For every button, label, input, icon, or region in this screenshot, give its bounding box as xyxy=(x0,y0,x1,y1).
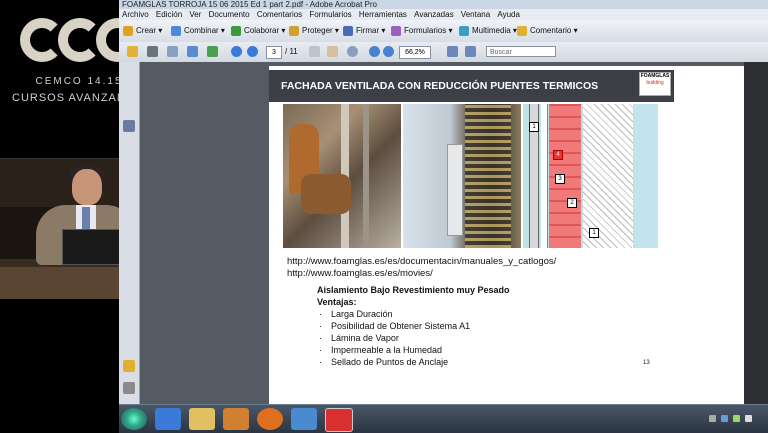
list-item: Impermeable a la Humedad xyxy=(317,344,510,356)
list-item: Posibilidad de Obtener Sistema A1 xyxy=(317,320,510,332)
facade-photo xyxy=(403,104,521,248)
collaborate-icon xyxy=(231,25,241,36)
menu-comentarios[interactable]: Comentarios xyxy=(257,10,302,19)
task-firmar[interactable]: Firmar ▾ xyxy=(343,25,385,37)
tray-icon[interactable] xyxy=(733,415,740,422)
slide-page-number: 13 xyxy=(643,360,650,366)
ie-icon[interactable] xyxy=(155,408,181,430)
zoom-tool-icon[interactable] xyxy=(347,46,358,57)
slide-images: 1 4 3 2 1 xyxy=(283,104,658,248)
list-item: Sellado de Puntos de Anclaje xyxy=(317,356,510,368)
task-proteger[interactable]: Proteger ▾ xyxy=(289,25,339,37)
content-subheading: Ventajas: xyxy=(317,297,357,307)
pdf-page: FACHADA VENTILADA CON REDUCCIÓN PUENTES … xyxy=(269,66,744,404)
pen-icon xyxy=(343,25,353,36)
menu-herramientas[interactable]: Herramientas xyxy=(359,10,407,19)
zoom-in-icon[interactable] xyxy=(383,46,394,57)
task-formularios[interactable]: Formularios ▾ xyxy=(391,25,452,37)
comments-panel-icon[interactable] xyxy=(123,360,135,372)
media-player-icon[interactable] xyxy=(223,408,249,430)
multimedia-icon xyxy=(459,25,469,36)
next-page-icon[interactable] xyxy=(247,46,258,57)
worker-photo xyxy=(283,104,401,248)
window-title: FOAMGLAS TORROJA 15 06 2015 Ed 1 part 2.… xyxy=(119,0,768,9)
open-folder-icon[interactable] xyxy=(127,46,138,57)
volume-icon[interactable] xyxy=(745,415,752,422)
print-icon[interactable] xyxy=(147,46,158,57)
menu-avanzadas[interactable]: Avanzadas xyxy=(414,10,453,19)
pages-icon[interactable] xyxy=(123,120,135,132)
advantages-list: Larga Duración Posibilidad de Obtener Si… xyxy=(317,308,510,368)
taskbar xyxy=(119,404,768,433)
diagram-label: 3 xyxy=(555,174,565,184)
zoom-out-icon[interactable] xyxy=(369,46,380,57)
share-icon[interactable] xyxy=(207,46,218,57)
explorer-icon[interactable] xyxy=(189,408,215,430)
app-icon[interactable] xyxy=(291,408,317,430)
document-margin xyxy=(744,62,768,404)
tasks-toolbar: Crear ▾ Combinar ▾ Colaborar ▾ Proteger … xyxy=(119,20,768,43)
menu-ver[interactable]: Ver xyxy=(189,10,201,19)
menu-ventana[interactable]: Ventana xyxy=(461,10,490,19)
hand-tool-icon[interactable] xyxy=(327,46,338,57)
list-item: Lámina de Vapor xyxy=(317,332,510,344)
prev-page-icon[interactable] xyxy=(231,46,242,57)
email-icon[interactable] xyxy=(167,46,178,57)
content-heading: Aislamiento Bajo Revestimiento muy Pesad… xyxy=(317,285,510,295)
task-comentario[interactable]: Comentario ▾ xyxy=(517,25,578,37)
create-icon xyxy=(123,25,133,36)
page-number-input[interactable]: 3 xyxy=(266,46,282,59)
diagram-label: 4 xyxy=(553,150,563,160)
main-toolbar: 3 / 11 66,2% Buscar xyxy=(119,42,768,63)
slide-title: FACHADA VENTILADA CON REDUCCIÓN PUENTES … xyxy=(269,70,674,102)
start-button-icon[interactable] xyxy=(121,408,147,430)
tray-icon[interactable] xyxy=(709,415,716,422)
firefox-icon[interactable] xyxy=(257,408,283,430)
task-crear[interactable]: Crear ▾ xyxy=(123,25,162,37)
task-multimedia[interactable]: Multimedia ▾ xyxy=(459,25,517,37)
slide-content: Aislamiento Bajo Revestimiento muy Pesad… xyxy=(317,284,510,368)
link-documentation[interactable]: http://www.foamglas.es/es/documentacin/m… xyxy=(287,256,556,268)
menu-edicion[interactable]: Edición xyxy=(156,10,182,19)
foamglas-logo: FOAMGLAS building xyxy=(639,72,671,96)
forms-icon xyxy=(391,25,401,36)
section-diagram: 1 4 3 2 1 xyxy=(523,104,658,248)
diagram-label: 1 xyxy=(529,122,539,132)
list-item: Larga Duración xyxy=(317,308,510,320)
combine-icon xyxy=(171,25,181,36)
select-cursor-icon[interactable] xyxy=(309,46,320,57)
tray-icon[interactable] xyxy=(721,415,728,422)
menu-ayuda[interactable]: Ayuda xyxy=(497,10,520,19)
menu-archivo[interactable]: Archivo xyxy=(122,10,149,19)
acrobat-taskbar-icon[interactable] xyxy=(325,408,353,432)
zoom-level[interactable]: 66,2% xyxy=(399,46,431,59)
search-input[interactable]: Buscar xyxy=(486,46,556,57)
reference-links: http://www.foamglas.es/es/documentacin/m… xyxy=(287,256,556,280)
fit-width-icon[interactable] xyxy=(465,46,476,57)
link-movies[interactable]: http://www.foamglas.es/es/movies/ xyxy=(287,268,556,280)
navigation-panel xyxy=(119,62,140,404)
page-total: / 11 xyxy=(285,47,298,56)
comment-icon xyxy=(517,25,527,36)
menu-bar: Archivo Edición Ver Documento Comentario… xyxy=(119,9,768,20)
lock-icon xyxy=(289,25,299,36)
attachments-icon[interactable] xyxy=(123,382,135,394)
task-colaborar[interactable]: Colaborar ▾ xyxy=(231,25,285,37)
task-combinar[interactable]: Combinar ▾ xyxy=(171,25,225,37)
menu-documento[interactable]: Documento xyxy=(209,10,250,19)
diagram-label: 1 xyxy=(589,228,599,238)
acrobat-window: FOAMGLAS TORROJA 15 06 2015 Ed 1 part 2.… xyxy=(119,0,768,432)
fit-page-icon[interactable] xyxy=(447,46,458,57)
menu-formularios[interactable]: Formularios xyxy=(309,10,351,19)
save-icon[interactable] xyxy=(187,46,198,57)
diagram-label: 2 xyxy=(567,198,577,208)
